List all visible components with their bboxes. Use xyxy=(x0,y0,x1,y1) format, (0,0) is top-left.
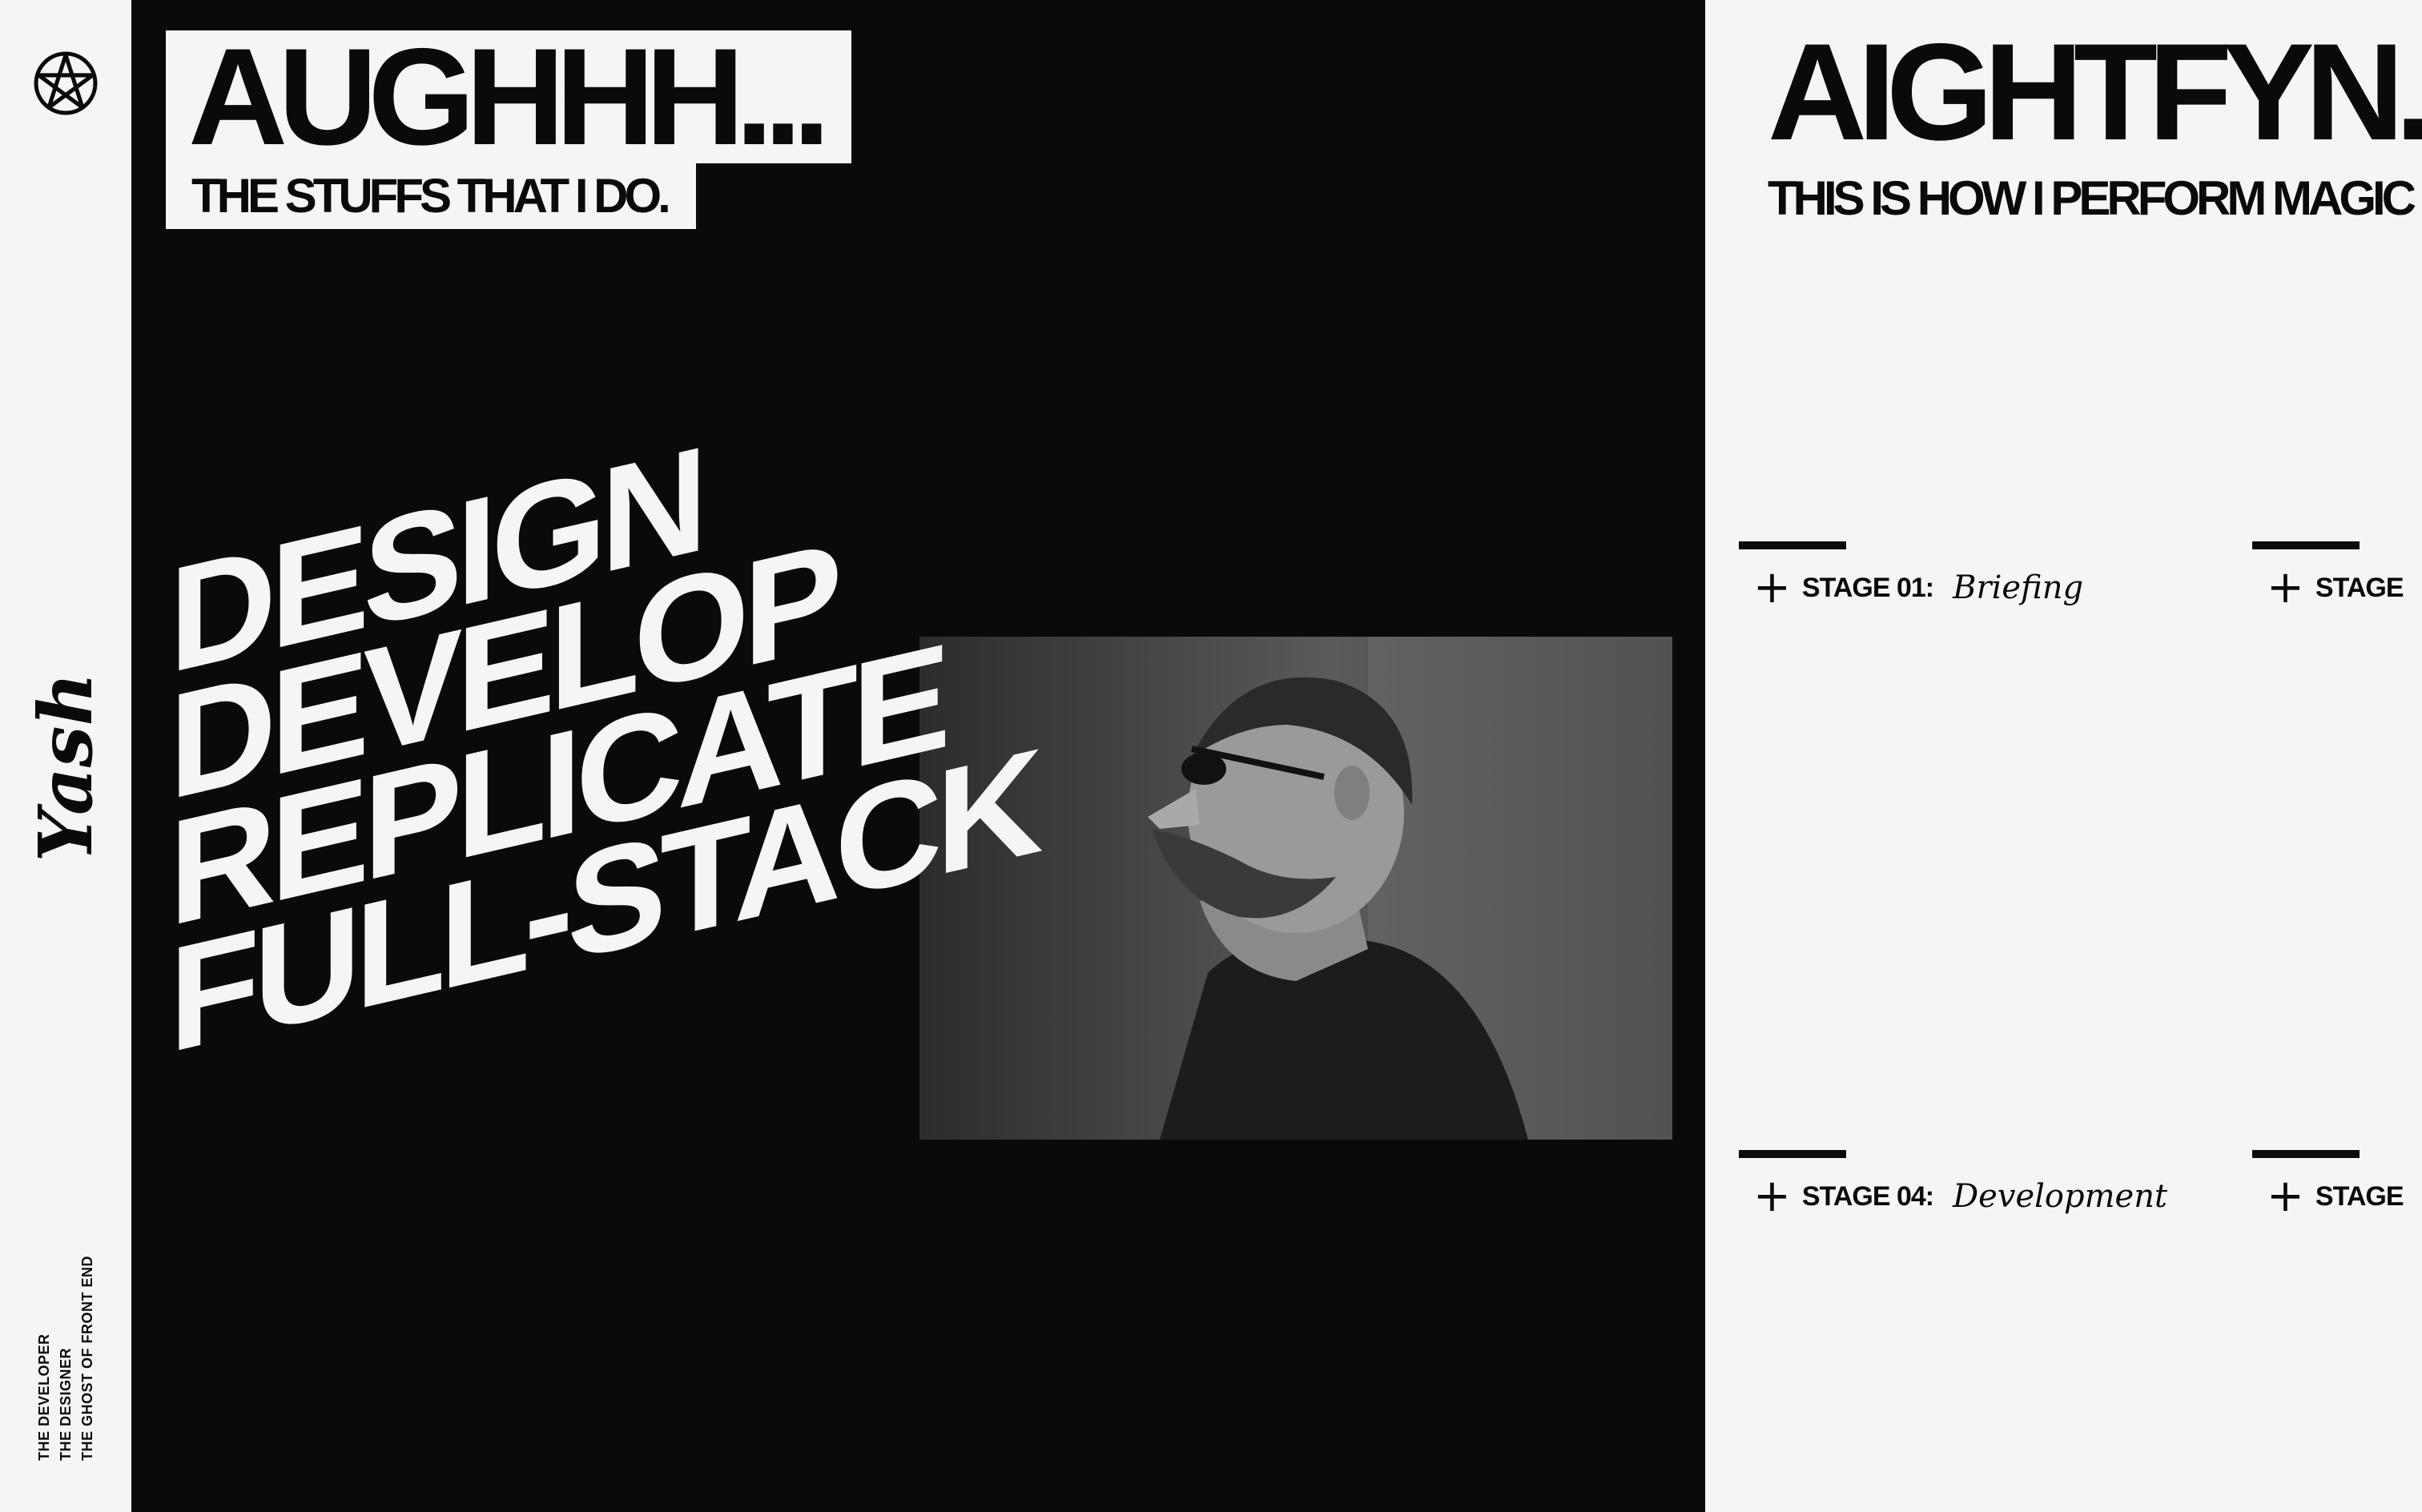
stage-bar xyxy=(1739,541,1846,549)
tagline: THE DEVELOPER THE DESIGNER THE GHOST OF … xyxy=(34,1256,99,1461)
stage-bar xyxy=(1739,1150,1846,1158)
process-section: AIGHTFYN. THIS IS HOW I PERFORM MAGIC + … xyxy=(1705,0,2422,1512)
stage-bar xyxy=(2252,1150,2360,1158)
plus-icon[interactable]: + xyxy=(1753,1174,1791,1219)
process-subtitle: THIS IS HOW I PERFORM MAGIC xyxy=(1768,171,2416,225)
process-title: AIGHTFYN. xyxy=(1768,15,2422,169)
tagline-line: THE DEVELOPER xyxy=(36,1333,52,1461)
stage-name: Briefing xyxy=(1953,569,2084,606)
brand-logo[interactable]: Yash xyxy=(22,673,109,863)
pentagram-icon[interactable] xyxy=(32,50,99,117)
tagline-line: THE GHOST OF FRONT END xyxy=(79,1256,95,1461)
stage-label: STAGE xyxy=(2315,1180,2404,1212)
stage-name: Development xyxy=(1953,1178,2168,1215)
plus-icon[interactable]: + xyxy=(2267,565,2304,610)
plus-icon[interactable]: + xyxy=(2267,1174,2304,1219)
services-words: DESIGN DEVELOP REPLICATE FULL-STACK xyxy=(169,415,1370,1289)
tagline-line: THE DESIGNER xyxy=(58,1347,74,1461)
stage-label: STAGE 01: xyxy=(1801,572,1934,603)
sidebar: Yash THE DEVELOPER THE DESIGNER THE GHOS… xyxy=(0,0,134,1512)
services-section: AUGHHH... THE STUFFS THAT I DO. DESIGN D… xyxy=(134,0,1705,1512)
section-subtitle: THE STUFFS THAT I DO. xyxy=(166,163,696,229)
stage-bar xyxy=(2252,541,2360,549)
stage-label: STAGE xyxy=(2315,572,2404,603)
section-title: AUGHHH... xyxy=(166,28,852,166)
stage-label: STAGE 04: xyxy=(1801,1180,1934,1212)
plus-icon[interactable]: + xyxy=(1753,565,1791,610)
